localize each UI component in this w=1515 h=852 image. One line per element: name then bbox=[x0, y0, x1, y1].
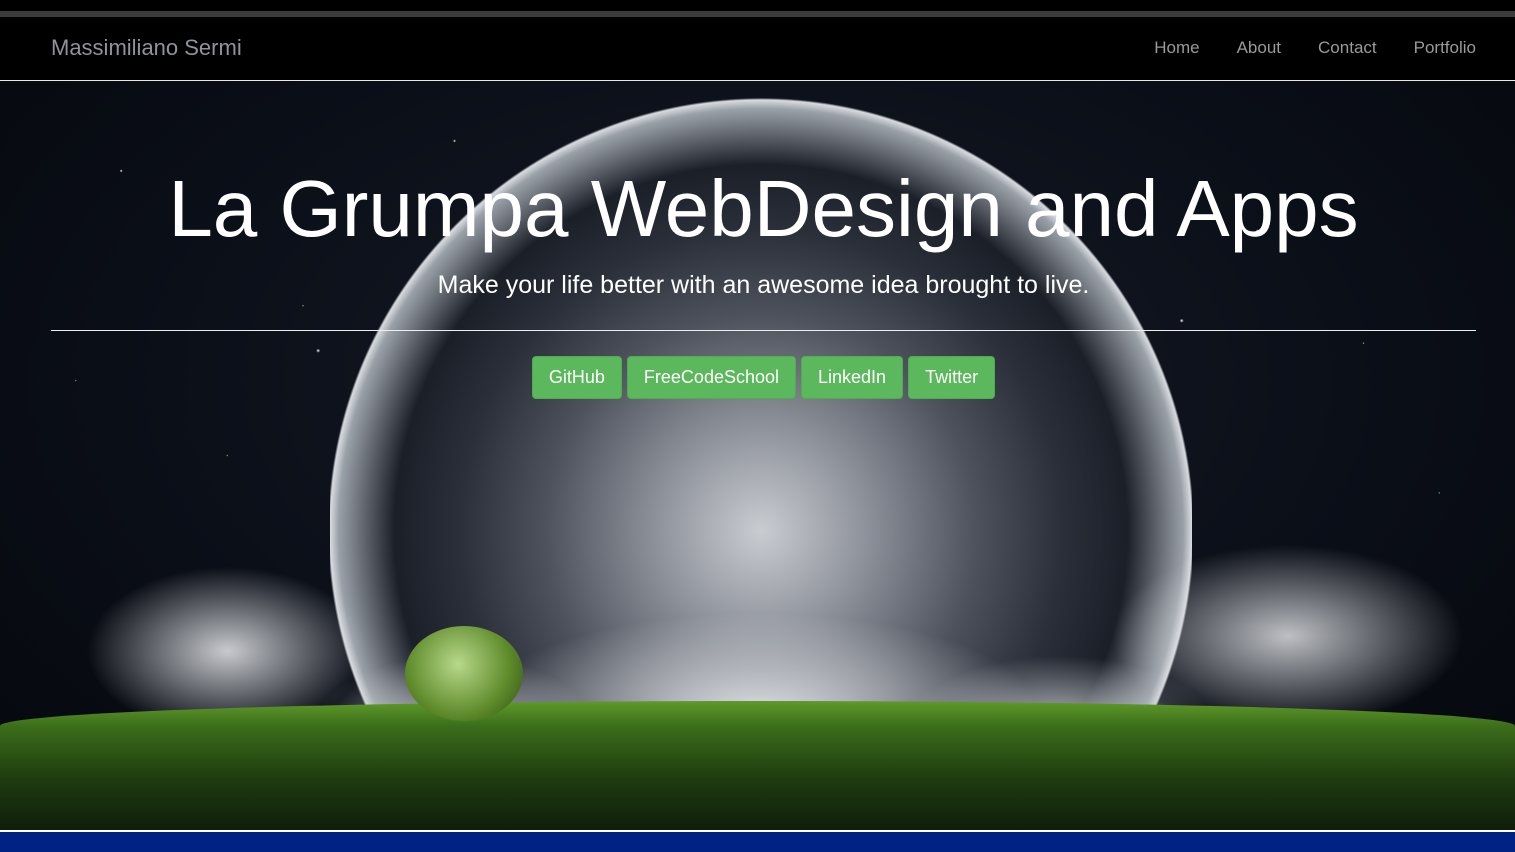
linkedin-button[interactable]: LinkedIn bbox=[801, 356, 904, 399]
freecodeschool-button[interactable]: FreeCodeSchool bbox=[626, 356, 797, 399]
browser-top-bar bbox=[0, 0, 1515, 11]
hero-section: La Grumpa WebDesign and Apps Make your l… bbox=[0, 81, 1515, 830]
nav-contact[interactable]: Contact bbox=[1318, 38, 1377, 58]
nav-menu: Home About Contact Portfolio bbox=[1154, 38, 1476, 58]
next-section-strip bbox=[0, 830, 1515, 852]
grass-image bbox=[0, 701, 1515, 830]
twitter-button[interactable]: Twitter bbox=[908, 356, 996, 399]
hero-content: La Grumpa WebDesign and Apps Make your l… bbox=[51, 81, 1476, 399]
hero-title: La Grumpa WebDesign and Apps bbox=[168, 164, 1359, 253]
hero-subtitle: Make your life better with an awesome id… bbox=[437, 271, 1090, 299]
nav-portfolio[interactable]: Portfolio bbox=[1414, 38, 1476, 58]
navbar: Massimiliano Sermi Home About Contact Po… bbox=[0, 17, 1515, 81]
divider bbox=[51, 330, 1476, 331]
github-button[interactable]: GitHub bbox=[531, 356, 622, 399]
tree-image bbox=[405, 626, 523, 721]
nav-about[interactable]: About bbox=[1237, 38, 1281, 58]
brand-link[interactable]: Massimiliano Sermi bbox=[51, 35, 242, 61]
nav-home[interactable]: Home bbox=[1154, 38, 1199, 58]
social-buttons: GitHub FreeCodeSchool LinkedIn Twitter bbox=[51, 356, 1476, 399]
